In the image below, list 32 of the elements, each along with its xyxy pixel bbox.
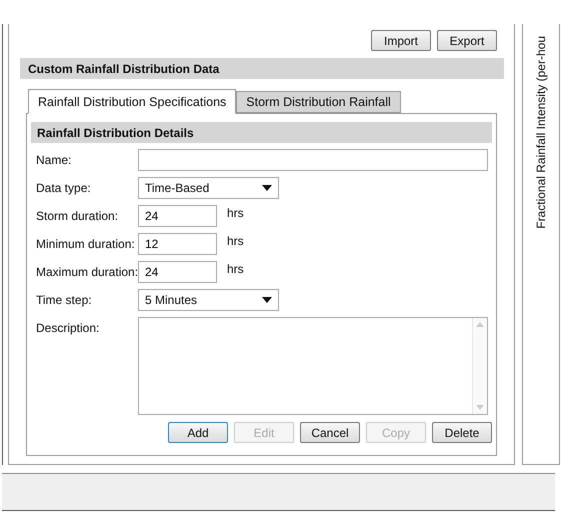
text-area[interactable]: [138, 317, 488, 415]
field-label: Data type:: [36, 180, 92, 195]
unit-label: hrs: [227, 205, 244, 220]
axis-label: Fractional Rainfall Intensity (per-hou: [534, 36, 548, 229]
scroll-up-icon[interactable]: [476, 322, 484, 327]
caret-icon: [262, 185, 272, 191]
scroll-down-icon[interactable]: [476, 405, 484, 410]
toolbar-button[interactable]: Export: [437, 30, 497, 51]
action-button[interactable]: Add: [168, 422, 228, 443]
scrollbar[interactable]: [472, 318, 487, 414]
input-field[interactable]: 24: [138, 205, 217, 227]
dropdown[interactable]: Time-Based: [138, 177, 279, 199]
tab[interactable]: Rainfall Distribution Specifications: [28, 89, 236, 114]
unit-label: hrs: [227, 261, 244, 276]
input-field[interactable]: 12: [138, 233, 217, 255]
input-field[interactable]: 24: [138, 261, 217, 283]
input-field[interactable]: [138, 149, 488, 171]
section-title: Custom Rainfall Distribution Data: [28, 62, 220, 76]
field-label: Maximum duration:: [36, 264, 138, 279]
field-label: Minimum duration:: [36, 236, 136, 251]
action-button[interactable]: Cancel: [300, 422, 360, 443]
field-label: Name:: [36, 152, 72, 167]
tab[interactable]: Storm Distribution Rainfall: [236, 91, 401, 113]
unit-label: hrs: [227, 233, 244, 248]
action-button[interactable]: Delete: [432, 422, 492, 443]
caret-icon: [262, 297, 272, 303]
group-title: Rainfall Distribution Details: [37, 126, 194, 140]
dropdown[interactable]: 5 Minutes: [138, 289, 279, 311]
field-label: Storm duration:: [36, 208, 120, 223]
toolbar-button[interactable]: Import: [371, 30, 431, 51]
field-label: Description:: [36, 320, 100, 335]
field-label: Time step:: [36, 292, 93, 307]
